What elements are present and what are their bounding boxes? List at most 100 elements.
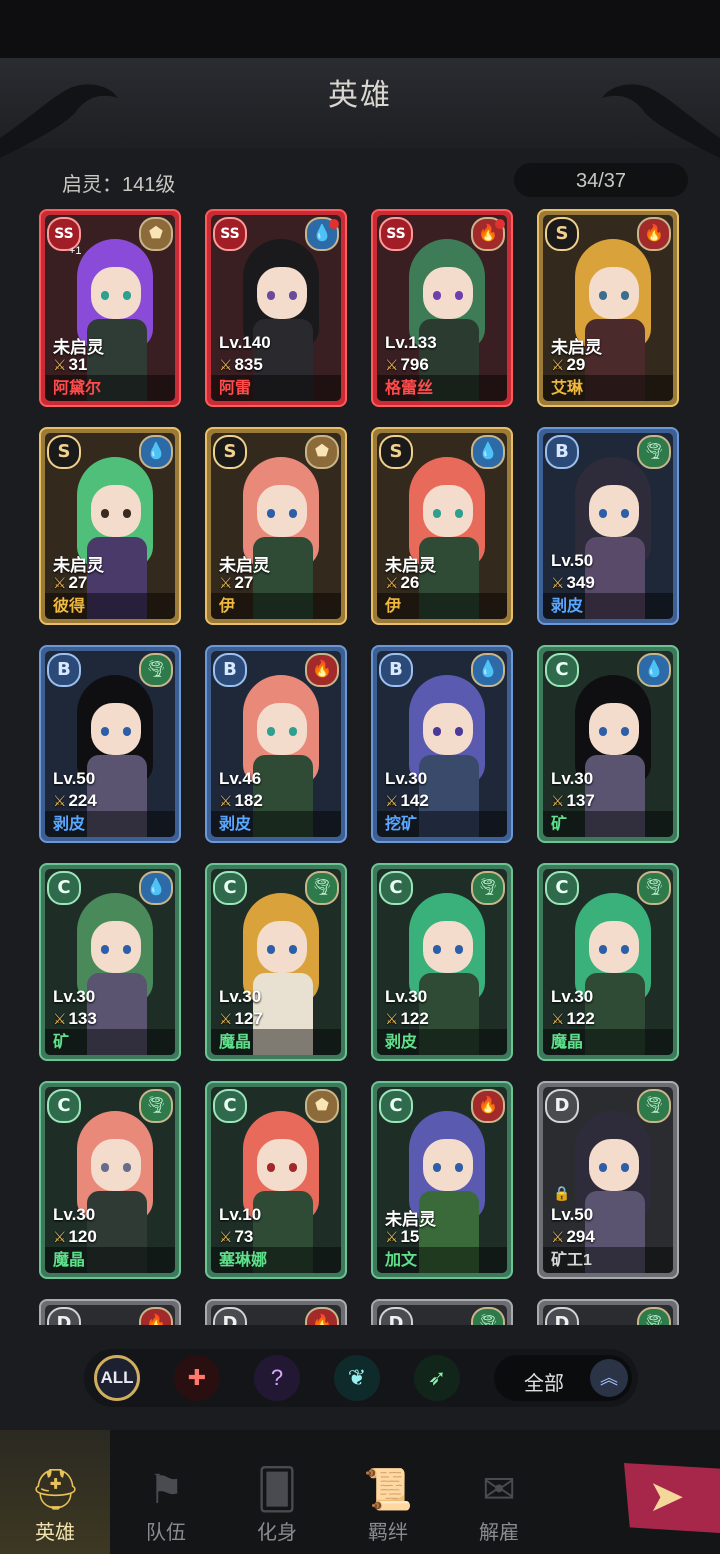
hero-power: ⚔ 127	[219, 1009, 263, 1029]
hero-face	[423, 1139, 473, 1191]
hero-level: Lv.50	[551, 1205, 594, 1224]
hero-card[interactable]: C 💧 Lv.30 ⚔ 137 矿	[537, 645, 679, 843]
sword-icon: ⚔	[219, 1229, 233, 1246]
hero-name: 矿工1	[551, 1252, 592, 1269]
hero-name: 伊	[385, 598, 402, 615]
rank-badge: D	[545, 1089, 579, 1123]
hero-count: 34/37	[575, 170, 627, 192]
hero-card[interactable]: B 🔥 Lv.46 ⚔ 182 剥皮	[205, 645, 347, 843]
tab-label: 英雄	[35, 1522, 75, 1544]
hero-name: 剥皮	[219, 816, 252, 833]
hero-card[interactable]: S 🔥 未启灵 ⚔ 29 艾琳	[537, 209, 679, 407]
filter-warrior-icon[interactable]: ✚	[174, 1355, 220, 1401]
hero-power: ⚔ 835	[219, 355, 263, 375]
wind-element-icon: 🌪	[305, 871, 339, 905]
hero-power: ⚔ 73	[219, 1227, 253, 1247]
hero-card[interactable]: B 🌪 Lv.50 ⚔ 224 剥皮	[39, 645, 181, 843]
hero-power-value: 133	[68, 1009, 97, 1028]
hero-face	[589, 703, 639, 755]
hero-eye	[433, 291, 441, 300]
scope-dropdown[interactable]: 全部 ︽	[494, 1355, 632, 1401]
hero-power-value: 224	[68, 791, 97, 810]
hero-card-inner: SS +1 ⬟ 未启灵 ⚔ 31 阿黛尔	[45, 215, 175, 401]
hero-name: 彼得	[53, 598, 86, 615]
rank-badge: S	[213, 435, 247, 469]
hero-power: ⚔ 182	[219, 791, 263, 811]
hero-power-value: 15	[400, 1227, 420, 1246]
hero-card[interactable]: C 🌪 Lv.30 ⚔ 120 魔晶	[39, 1081, 181, 1279]
hero-card-inner: D 🌪	[377, 1305, 507, 1325]
hero-power-value: 27	[68, 573, 88, 592]
hero-card[interactable]: C ⬟ Lv.10 ⚔ 73 塞琳娜	[205, 1081, 347, 1279]
hero-card[interactable]: B 🌪 Lv.50 ⚔ 349 剥皮	[537, 427, 679, 625]
hero-card[interactable]: C 💧 Lv.30 ⚔ 133 矿	[39, 863, 181, 1061]
hero-eye	[289, 945, 297, 954]
qiling-level: 启灵：141级	[62, 174, 176, 196]
hero-eye	[267, 1163, 275, 1172]
filter-all-button[interactable]: ALL	[94, 1355, 140, 1401]
hero-card[interactable]: C 🌪 Lv.30 ⚔ 127 魔晶	[205, 863, 347, 1061]
hero-power: ⚔ 26	[385, 573, 419, 593]
filter-mage-icon[interactable]: ?	[254, 1355, 300, 1401]
hero-power-value: 122	[566, 1009, 595, 1028]
book-icon: 📜	[363, 1468, 413, 1512]
sword-icon: ⚔	[53, 1011, 67, 1028]
tab-label: 队伍	[146, 1522, 186, 1544]
sword-icon: ⚔	[385, 575, 399, 592]
scroll-icon: ✉	[482, 1468, 516, 1512]
hero-power-value: 137	[566, 791, 595, 810]
hero-card[interactable]: D 🔥	[205, 1299, 347, 1325]
hero-card[interactable]: SS 💧 Lv.140 ⚔ 835 阿雷	[205, 209, 347, 407]
hero-card[interactable]: SS 🔥 Lv.133 ⚔ 796 格蕾丝	[371, 209, 513, 407]
hero-card[interactable]: SS +1 ⬟ 未启灵 ⚔ 31 阿黛尔	[39, 209, 181, 407]
hero-power-value: 29	[566, 355, 586, 374]
hero-card[interactable]: S 💧 未启灵 ⚔ 27 彼得	[39, 427, 181, 625]
sword-icon: ⚔	[219, 793, 233, 810]
hero-level: Lv.30	[551, 769, 594, 788]
tab-cards[interactable]: 🂠 化身	[222, 1430, 332, 1554]
hero-power: ⚔ 142	[385, 791, 429, 811]
tab-book[interactable]: 📜 羁绊	[333, 1430, 443, 1554]
hero-card-inner: C 🌪 Lv.30 ⚔ 120 魔晶	[45, 1087, 175, 1273]
hero-eye	[123, 509, 131, 518]
sword-icon: ⚔	[551, 1011, 565, 1028]
next-arrow-button[interactable]: ➤	[624, 1463, 720, 1533]
notification-dot	[495, 219, 505, 229]
filter-archer-icon[interactable]: ➶	[414, 1355, 460, 1401]
hero-eye	[455, 509, 463, 518]
hero-eye	[289, 1163, 297, 1172]
tab-scroll[interactable]: ✉ 解雇	[444, 1430, 554, 1554]
hero-eye	[599, 291, 607, 300]
tab-flag[interactable]: ⚑ 队伍	[111, 1430, 221, 1554]
tab-label: 羁绊	[368, 1522, 408, 1544]
hero-power: ⚔ 29	[551, 355, 585, 375]
hero-card[interactable]: S 💧 未启灵 ⚔ 26 伊	[371, 427, 513, 625]
hero-power: ⚔ 122	[385, 1009, 429, 1029]
hero-card[interactable]: C 🌪 Lv.30 ⚔ 122 剥皮	[371, 863, 513, 1061]
hero-name: 剥皮	[53, 816, 86, 833]
hero-name: 阿雷	[219, 380, 252, 397]
rank-badge: D	[47, 1307, 81, 1325]
hero-card[interactable]: D 🌪 🔒 Lv.50 ⚔ 294 矿工1	[537, 1081, 679, 1279]
chevron-up-icon[interactable]: ︽	[590, 1359, 628, 1397]
hero-face	[589, 1139, 639, 1191]
hero-card[interactable]: C 🌪 Lv.30 ⚔ 122 魔晶	[537, 863, 679, 1061]
hero-card[interactable]: D 🌪	[371, 1299, 513, 1325]
filter-support-icon[interactable]: ❦	[334, 1355, 380, 1401]
hero-card[interactable]: S ⬟ 未启灵 ⚔ 27 伊	[205, 427, 347, 625]
hero-card[interactable]: C 🔥 未启灵 ⚔ 15 加文	[371, 1081, 513, 1279]
hero-eye	[455, 727, 463, 736]
hero-card-inner: D 🔥	[45, 1305, 175, 1325]
wind-element-icon: 🌪	[637, 871, 671, 905]
hero-card-inner: C 🌪 Lv.30 ⚔ 122 剥皮	[377, 869, 507, 1055]
hero-power-value: 26	[400, 573, 420, 592]
hero-card[interactable]: D 🌪	[537, 1299, 679, 1325]
hero-eye	[123, 1163, 131, 1172]
rank-badge: S	[545, 217, 579, 251]
hero-card[interactable]: B 💧 Lv.30 ⚔ 142 挖矿	[371, 645, 513, 843]
hero-card[interactable]: D 🔥	[39, 1299, 181, 1325]
hero-power: ⚔ 133	[53, 1009, 97, 1029]
tab-helmet[interactable]: ⛑ 英雄	[0, 1430, 110, 1554]
fire-element-icon: 🔥	[637, 217, 671, 251]
hero-power: ⚔ 796	[385, 355, 429, 375]
